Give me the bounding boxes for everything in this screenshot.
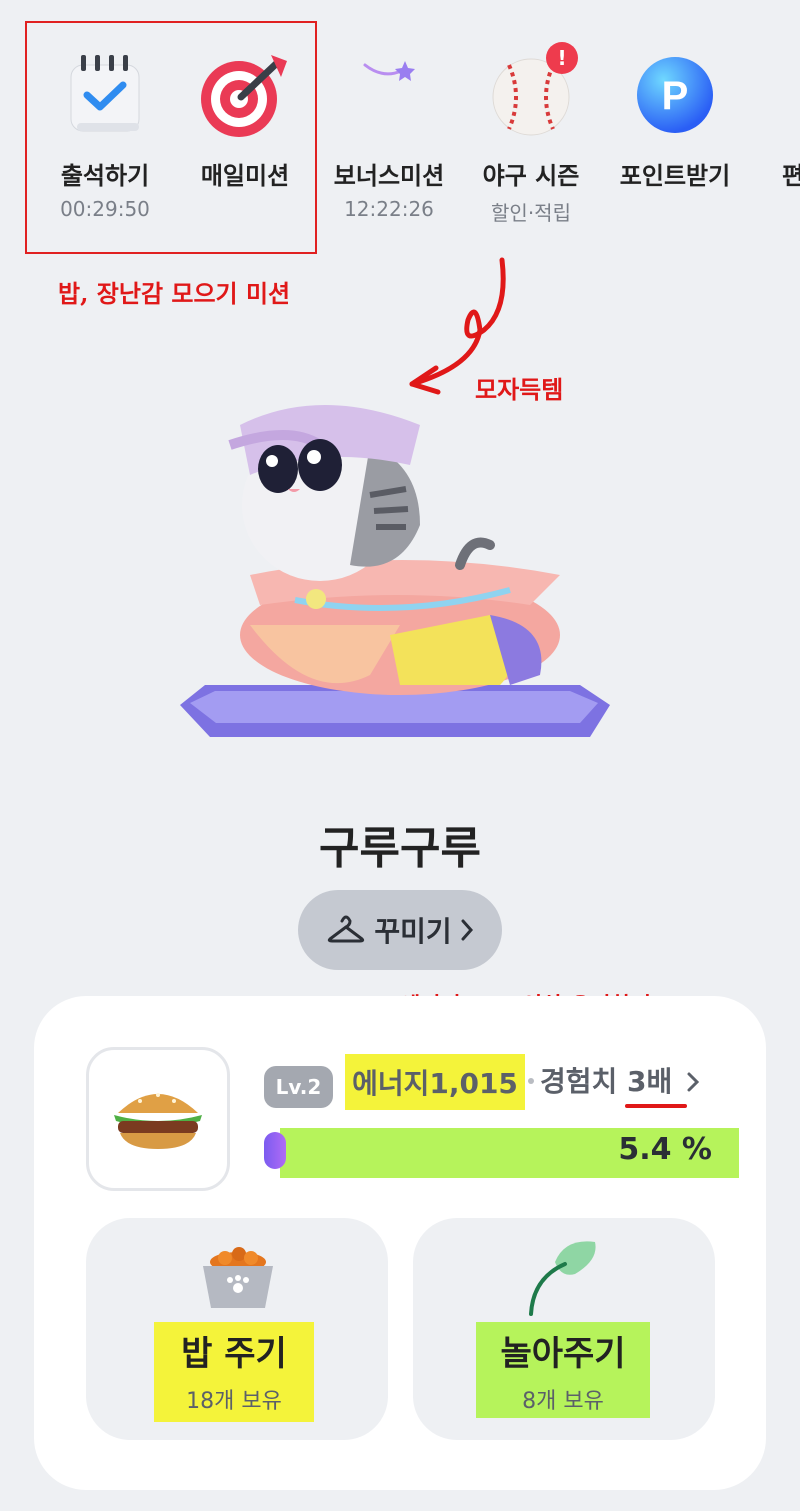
- chevron-right-icon: [461, 919, 473, 941]
- pet-name: 구루구루: [319, 823, 481, 874]
- play-count: 8개 보유: [522, 1389, 604, 1414]
- progress-fill: [264, 1132, 286, 1169]
- partial-icon: [740, 60, 780, 130]
- annotation-missions: 밥, 장난감 모으기 미션: [58, 279, 291, 308]
- menu-bonus-mission[interactable]: 보너스미션 12:22:26: [314, 40, 464, 221]
- level-badge: Lv.2: [264, 1066, 333, 1108]
- feed-count: 18개 보유: [186, 1389, 282, 1414]
- energy-value: 에너지1,015: [345, 1054, 525, 1110]
- food-bowl-icon: [203, 1247, 273, 1308]
- feed-label-block: 밥 주기 18개 보유: [154, 1322, 314, 1422]
- svg-text:P: P: [662, 74, 689, 118]
- menu-baseball-season[interactable]: ! 야구 시즌 할인·적립: [456, 40, 606, 226]
- decorate-label: 꾸미기: [374, 915, 452, 948]
- exp-multiplier-label: 경험치 3배: [540, 1065, 673, 1098]
- menu-get-points-label: 포인트받기: [619, 162, 731, 190]
- annotation-underline: [625, 1104, 687, 1108]
- menu-bonus-mission-timer: 12:22:26: [344, 197, 434, 221]
- shooting-star-icon: [363, 61, 415, 81]
- separator-dot: [528, 1078, 534, 1084]
- progress-percent: 5.4 %: [618, 1132, 712, 1167]
- toy-leaf-icon: [529, 1241, 596, 1316]
- menu-get-points[interactable]: P 포인트받기: [600, 40, 750, 197]
- menu-partial-item[interactable]: 편: [740, 40, 800, 191]
- menu-bonus-mission-label: 보너스미션: [333, 162, 445, 190]
- feed-label: 밥 주기: [181, 1334, 287, 1374]
- pet-character-illustration: [180, 405, 610, 737]
- decorate-button[interactable]: 꾸미기: [298, 890, 502, 970]
- food-thumbnail[interactable]: [86, 1047, 230, 1191]
- play-label: 놀아주기: [500, 1334, 626, 1374]
- alert-badge: !: [546, 42, 578, 74]
- exp-multiplier-link[interactable]: 경험치 3배: [540, 1060, 700, 1100]
- chevron-right-icon: [687, 1072, 700, 1092]
- play-label-block: 놀아주기 8개 보유: [476, 1322, 650, 1418]
- menu-partial-label: 편: [782, 162, 800, 190]
- point-coin-icon: P: [637, 57, 713, 133]
- burger-icon: [114, 1093, 202, 1149]
- menu-baseball-season-label: 야구 시즌: [482, 162, 580, 190]
- menu-baseball-season-sub: 할인·적립: [491, 201, 571, 225]
- hanger-icon: [328, 915, 365, 943]
- annotation-box: [25, 21, 317, 254]
